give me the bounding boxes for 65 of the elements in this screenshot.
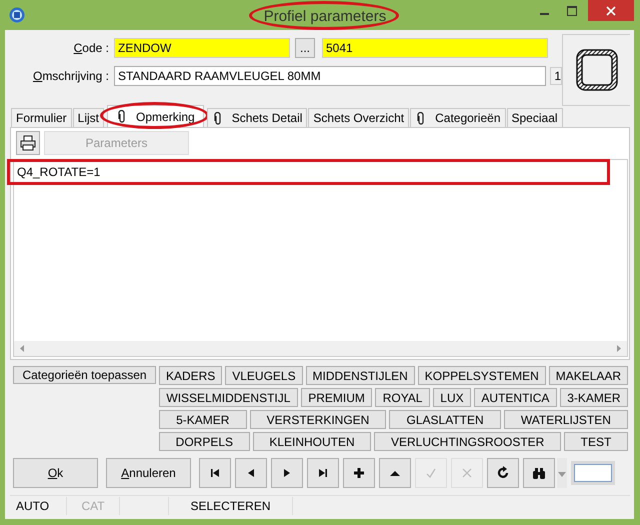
- status-text: SELECTEREN: [169, 497, 293, 515]
- category-button[interactable]: ROYAL: [375, 388, 430, 407]
- discard-icon: [460, 466, 474, 480]
- category-button[interactable]: 5-KAMER: [159, 410, 247, 429]
- tab[interactable]: Categorieën: [410, 108, 506, 127]
- minimize-icon: [540, 13, 548, 15]
- tab[interactable]: Speciaal: [506, 108, 563, 127]
- code-field[interactable]: ZENDOW: [114, 38, 290, 58]
- category-button[interactable]: KADERS: [159, 366, 222, 385]
- category-button[interactable]: VERLUCHTINGSROOSTER: [374, 432, 562, 451]
- refresh-button[interactable]: [487, 458, 519, 488]
- tab[interactable]: Schets Detail: [206, 108, 308, 127]
- last-icon: [316, 466, 330, 480]
- category-button[interactable]: AUTENTICA: [474, 388, 557, 407]
- category-button[interactable]: WATERLIJSTEN: [504, 410, 628, 429]
- status-text: AUTO: [10, 497, 67, 515]
- add-icon: [352, 466, 366, 480]
- category-button[interactable]: WISSELMIDDENSTIJL: [159, 388, 298, 407]
- category-button[interactable]: MIDDENSTIJLEN: [306, 366, 415, 385]
- find-icon: [532, 466, 546, 480]
- profile-section-icon: [576, 49, 618, 91]
- category-button[interactable]: KLEINHOUTEN: [252, 432, 372, 451]
- next-button[interactable]: [271, 458, 303, 488]
- print-button[interactable]: [16, 131, 40, 155]
- close-button[interactable]: [588, 0, 634, 21]
- printer-icon: [20, 135, 36, 151]
- refresh-icon: [496, 466, 510, 480]
- category-button[interactable]: GLASLATTEN: [389, 410, 501, 429]
- number-field[interactable]: 5041: [322, 38, 548, 58]
- close-icon: [606, 6, 616, 16]
- apply-categories-button[interactable]: Categorieën toepassen: [13, 366, 156, 384]
- window-title: Profiel parameters: [264, 8, 386, 24]
- category-button[interactable]: KOPPELSYSTEMEN: [418, 366, 546, 385]
- tab[interactable]: Schets Overzicht: [308, 108, 410, 127]
- input-field[interactable]: [571, 461, 615, 485]
- find-button[interactable]: [523, 458, 555, 488]
- tab[interactable]: Lijst: [72, 108, 104, 127]
- up-button[interactable]: [379, 458, 411, 488]
- app-icon: [9, 7, 25, 23]
- description-label: Omschrijving :: [32, 69, 109, 83]
- prev-button[interactable]: [235, 458, 267, 488]
- cancel-button[interactable]: Annuleren: [106, 458, 191, 488]
- confirm-icon: [424, 466, 438, 480]
- category-button[interactable]: DORPELS: [159, 432, 250, 451]
- category-button[interactable]: 3-KAMER: [560, 388, 628, 407]
- remark-text: Q4_ROTATE=1: [16, 165, 100, 179]
- index-field: 1: [550, 67, 562, 85]
- ok-button[interactable]: Ok: [13, 458, 98, 488]
- code-label: Code :: [72, 41, 109, 55]
- tab[interactable]: Formulier: [11, 108, 72, 127]
- category-button[interactable]: MAKELAAR: [548, 366, 628, 385]
- category-button[interactable]: TEST: [564, 432, 628, 451]
- category-button[interactable]: VLEUGELS: [225, 366, 303, 385]
- first-icon: [208, 466, 222, 480]
- browse-button[interactable]: ...: [295, 38, 315, 58]
- first-button[interactable]: [199, 458, 231, 488]
- status-text: CAT: [67, 497, 120, 515]
- add-button[interactable]: [343, 458, 375, 488]
- maximize-icon: [567, 6, 577, 16]
- last-button[interactable]: [307, 458, 339, 488]
- description-field[interactable]: STANDAARD RAAMVLEUGEL 80MM: [114, 66, 546, 86]
- category-button[interactable]: LUX: [432, 388, 472, 407]
- category-button[interactable]: VERSTERKINGEN: [250, 410, 386, 429]
- category-button[interactable]: PREMIUM: [300, 388, 372, 407]
- caret-icon: [558, 472, 566, 477]
